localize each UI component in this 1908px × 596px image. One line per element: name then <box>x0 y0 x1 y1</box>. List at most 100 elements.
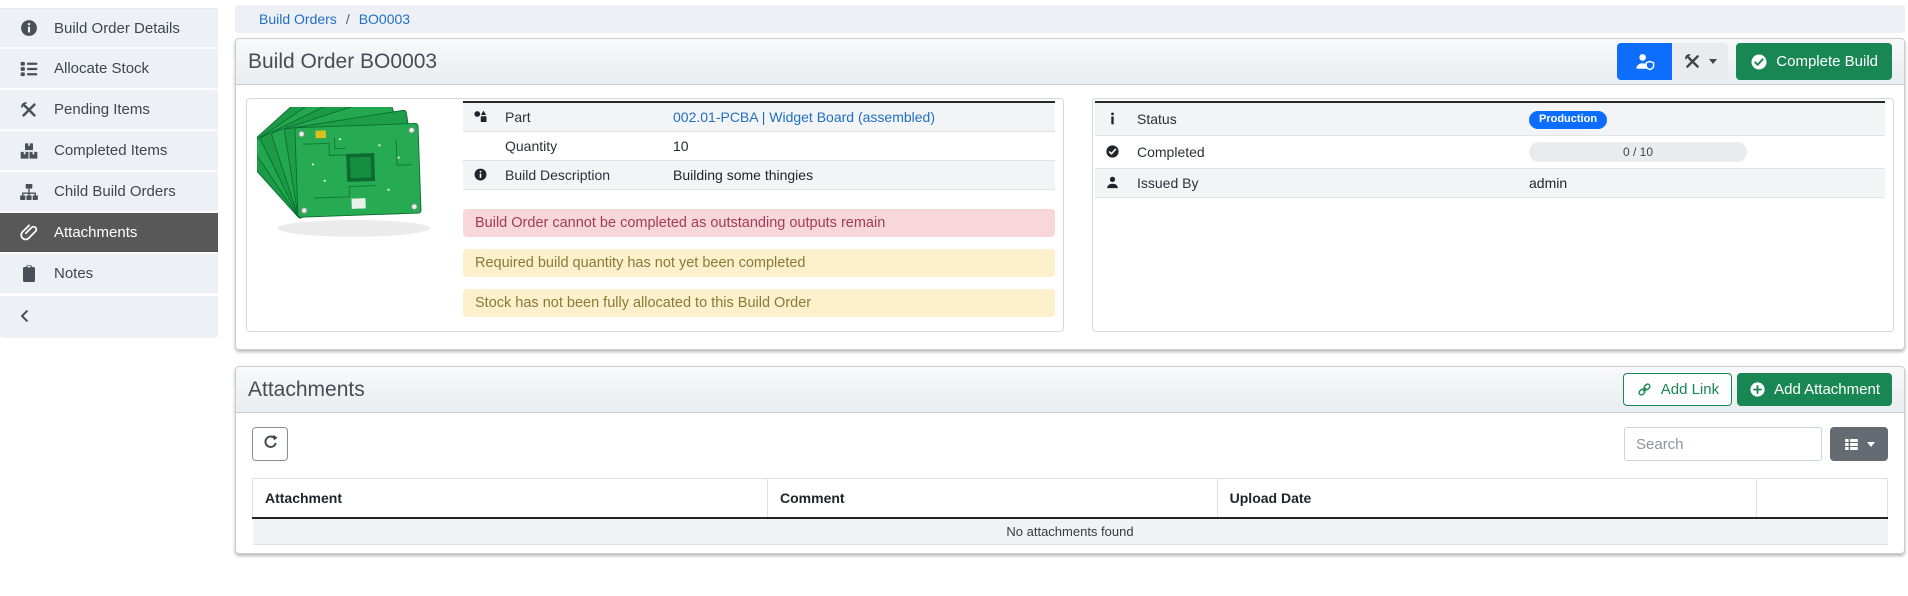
sidebar-item-label: Attachments <box>54 224 137 241</box>
add-link-label: Add Link <box>1661 381 1719 398</box>
refresh-icon <box>261 433 280 455</box>
build-details-column: Part 002.01-PCBA | Widget Board (assembl… <box>455 101 1061 329</box>
table-row: Quantity 10 <box>463 132 1055 161</box>
complete-build-label: Complete Build <box>1776 53 1878 70</box>
issued-by-label: Issued By <box>1129 169 1521 198</box>
breadcrumb-link-build-orders[interactable]: Build Orders <box>259 11 337 27</box>
clipboard-icon <box>19 264 39 284</box>
detail-label: Quantity <box>497 132 665 161</box>
build-alerts: Build Order cannot be completed as outst… <box>463 209 1055 317</box>
sidebar-item-label: Completed Items <box>54 142 167 159</box>
alert-stock-not-allocated: Stock has not been fully allocated to th… <box>463 289 1055 317</box>
sidebar-item-build-order-details[interactable]: Build Order Details <box>0 8 218 49</box>
status-label: Status <box>1129 102 1521 136</box>
add-attachment-label: Add Attachment <box>1774 381 1880 398</box>
sidebar-item-notes[interactable]: Notes <box>0 254 218 295</box>
user-icon <box>1105 175 1120 191</box>
table-controls <box>1624 427 1888 461</box>
check-circle-icon <box>1105 144 1120 160</box>
tools-icon <box>1683 52 1702 71</box>
breadcrumb-separator: / <box>346 11 350 27</box>
issued-by-value: admin <box>1521 169 1885 198</box>
refresh-button[interactable] <box>252 427 288 461</box>
info-circle-icon <box>473 167 488 183</box>
user-shield-icon <box>1634 51 1656 73</box>
sidebar-item-label: Pending Items <box>54 101 150 118</box>
admin-button[interactable] <box>1617 43 1672 80</box>
alert-quantity-incomplete: Required build quantity has not yet been… <box>463 249 1055 277</box>
sidebar-item-allocate-stock[interactable]: Allocate Stock <box>0 49 218 90</box>
add-link-button[interactable]: Add Link <box>1623 373 1732 406</box>
tools-icon <box>19 100 39 120</box>
table-row: Part 002.01-PCBA | Widget Board (assembl… <box>463 102 1055 132</box>
plus-circle-icon <box>1749 381 1766 398</box>
sidebar-item-child-build-orders[interactable]: Child Build Orders <box>0 172 218 213</box>
build-order-panel-body: Part 002.01-PCBA | Widget Board (assembl… <box>236 85 1904 349</box>
link-icon <box>1636 381 1653 398</box>
table-row: Status Production <box>1095 102 1885 136</box>
column-header-upload-date[interactable]: Upload Date <box>1217 479 1757 519</box>
empty-state-text: No attachments found <box>253 518 1888 545</box>
sidebar-item-completed-items[interactable]: Completed Items <box>0 131 218 172</box>
build-details-card: Part 002.01-PCBA | Widget Board (assembl… <box>246 98 1064 332</box>
table-options-dropdown[interactable] <box>1830 427 1888 461</box>
attachments-actions: Add Link Add Attachment <box>1623 373 1892 406</box>
completed-progress-bar: 0 / 10 <box>1529 142 1747 162</box>
page-title: Build Order BO0003 <box>248 50 437 74</box>
add-attachment-button[interactable]: Add Attachment <box>1737 373 1892 406</box>
caret-down-icon <box>1867 442 1875 447</box>
build-status-card: Status Production Completed 0 / 10 Issue… <box>1092 98 1894 332</box>
attachments-body: Attachment Comment Upload Date No attach… <box>236 413 1904 553</box>
check-circle-icon <box>1750 53 1768 71</box>
sidebar-item-label: Allocate Stock <box>54 60 149 77</box>
part-link[interactable]: 002.01-PCBA | Widget Board (assembled) <box>673 109 935 125</box>
pcb-image <box>257 107 447 247</box>
shapes-icon <box>473 109 488 125</box>
complete-build-button[interactable]: Complete Build <box>1736 43 1892 80</box>
table-row: Completed 0 / 10 <box>1095 136 1885 169</box>
status-badge: Production <box>1529 111 1607 129</box>
info-icon <box>1105 111 1120 127</box>
completed-label: Completed <box>1129 136 1521 169</box>
attachments-table: Attachment Comment Upload Date No attach… <box>252 478 1888 545</box>
tasks-icon <box>19 59 39 79</box>
caret-down-icon <box>1709 59 1717 64</box>
sidebar-item-label: Build Order Details <box>54 20 180 37</box>
breadcrumb-link-current[interactable]: BO0003 <box>359 11 410 27</box>
table-header-row: Attachment Comment Upload Date <box>253 479 1888 519</box>
search-input[interactable] <box>1624 427 1822 461</box>
detail-label: Build Description <box>497 161 665 190</box>
build-actions-dropdown[interactable] <box>1672 43 1728 80</box>
table-row: Build Description Building some thingies <box>463 161 1055 190</box>
sidebar-collapse-button[interactable] <box>0 296 218 338</box>
empty-state-row: No attachments found <box>253 518 1888 545</box>
detail-label: Part <box>497 102 665 132</box>
build-status-table: Status Production Completed 0 / 10 Issue… <box>1095 101 1885 198</box>
quantity-value: 10 <box>665 132 1055 161</box>
column-header-comment[interactable]: Comment <box>768 479 1218 519</box>
build-order-actions: Complete Build <box>1617 43 1892 80</box>
build-description-value: Building some thingies <box>665 161 1055 190</box>
boxes-icon <box>19 141 39 161</box>
chevron-left-icon <box>16 307 34 328</box>
build-order-panel-header: Build Order BO0003 <box>236 39 1904 85</box>
sidebar-item-attachments[interactable]: Attachments <box>0 213 218 254</box>
sidebar: Build Order Details Allocate Stock Pendi… <box>0 0 218 554</box>
main-content: Build Orders / BO0003 Build Order BO0003 <box>218 0 1908 554</box>
table-row: Issued By admin <box>1095 169 1885 198</box>
th-list-icon <box>1843 436 1860 453</box>
attachments-panel: Attachments Add Link Add Attachment <box>235 366 1905 554</box>
sidebar-item-pending-items[interactable]: Pending Items <box>0 90 218 131</box>
column-header-actions <box>1757 479 1888 519</box>
attachments-toolbar <box>252 427 1888 461</box>
sidebar-item-label: Child Build Orders <box>54 183 176 200</box>
attachments-panel-header: Attachments Add Link Add Attachment <box>236 367 1904 413</box>
part-thumbnail[interactable] <box>249 101 455 253</box>
sitemap-icon <box>19 182 39 202</box>
sidebar-item-label: Notes <box>54 265 93 282</box>
column-header-attachment[interactable]: Attachment <box>253 479 768 519</box>
attachments-title: Attachments <box>248 378 365 402</box>
paperclip-icon <box>19 223 39 243</box>
info-circle-icon <box>19 18 39 38</box>
page: Build Order Details Allocate Stock Pendi… <box>0 0 1908 554</box>
